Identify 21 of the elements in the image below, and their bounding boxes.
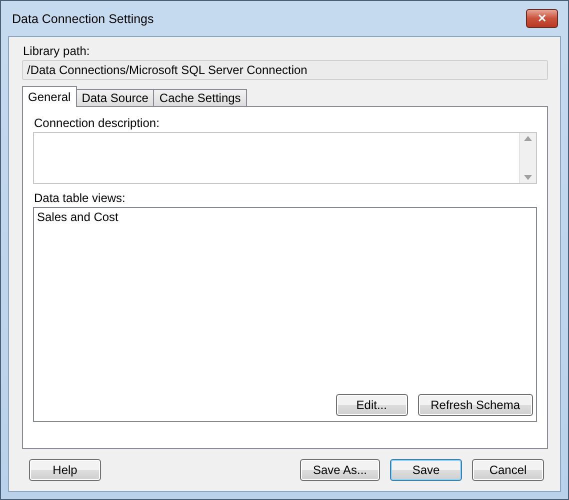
dialog-button[interactable]: Cancel xyxy=(472,459,544,481)
dialog-button[interactable]: Refresh Schema xyxy=(418,394,533,416)
field-label: Library path: xyxy=(23,44,91,58)
scrollbar[interactable] xyxy=(519,133,536,183)
dialog-button[interactable]: Save xyxy=(390,459,462,481)
list-item[interactable]: Sales and Cost xyxy=(37,210,118,224)
description-field[interactable] xyxy=(33,132,537,184)
library-path-field[interactable]: /Data Connections/Microsoft SQL Server Connection xyxy=(22,60,548,80)
views-list[interactable]: Sales and Cost Edit... Refresh Schema xyxy=(33,207,537,422)
dialog-button[interactable]: Edit... xyxy=(336,394,408,416)
dialog-button[interactable]: Save As... xyxy=(300,459,380,481)
tab[interactable]: Data Source xyxy=(76,89,154,107)
window-title: Data Connection Settings xyxy=(12,12,154,26)
tab[interactable]: Cache Settings xyxy=(153,89,247,107)
field-label: Connection description: xyxy=(34,116,160,130)
tab[interactable]: General xyxy=(22,86,77,107)
scroll-down-icon[interactable] xyxy=(524,175,532,180)
dialog-button[interactable]: Help xyxy=(29,459,101,481)
scroll-up-icon[interactable] xyxy=(524,136,532,141)
close-button[interactable]: ✕ xyxy=(526,9,558,28)
field-label: Data table views: xyxy=(34,191,126,205)
